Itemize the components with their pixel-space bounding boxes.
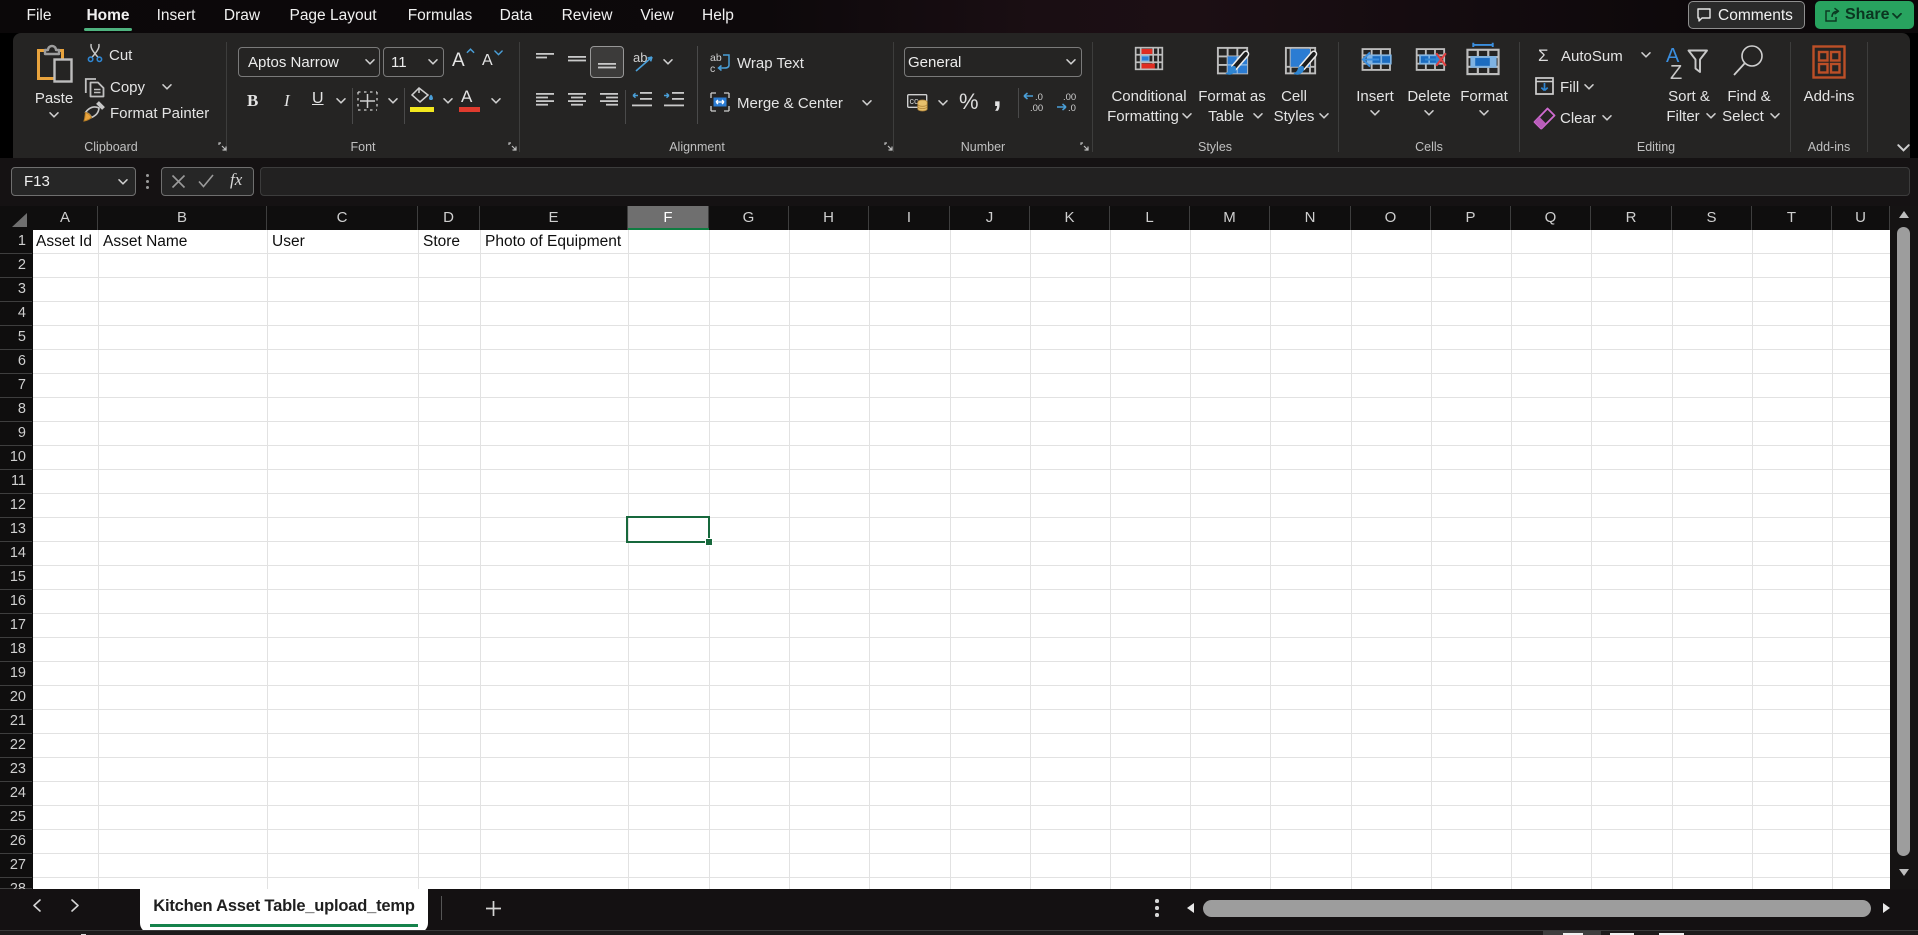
svg-text:.00: .00	[1063, 92, 1076, 103]
svg-text:.00: .00	[1030, 103, 1043, 112]
svg-text:Z: Z	[1670, 62, 1682, 80]
svg-text:.0: .0	[1035, 92, 1043, 103]
svg-text:.0: .0	[1068, 103, 1076, 112]
svg-text:c: c	[710, 63, 715, 74]
